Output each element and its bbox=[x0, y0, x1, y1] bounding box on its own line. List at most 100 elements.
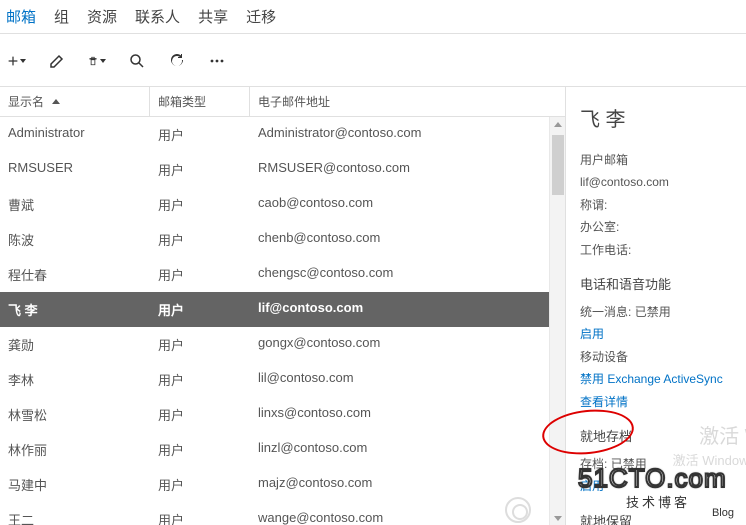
archive-status: 存档: 已禁用 bbox=[580, 454, 740, 474]
cell-email: lil@contoso.com bbox=[250, 362, 565, 397]
archive-enable-link[interactable]: 启用 bbox=[580, 476, 740, 496]
field-office: 办公室: bbox=[580, 217, 740, 237]
cell-email: lif@contoso.com bbox=[250, 292, 565, 327]
sort-ascending-icon bbox=[52, 99, 60, 104]
cell-type: 用户 bbox=[150, 257, 250, 292]
more-button[interactable] bbox=[208, 52, 226, 70]
section-phone-voice: 电话和语音功能 bbox=[580, 274, 740, 296]
nav-item[interactable]: 资源 bbox=[87, 6, 117, 27]
nav-item[interactable]: 共享 bbox=[198, 6, 228, 27]
search-button[interactable] bbox=[128, 52, 146, 70]
detail-pane: 飞 李 用户邮箱 lif@contoso.com 称谓: 办公室: 工作电话: … bbox=[566, 87, 746, 525]
archive-status-label: 存档: bbox=[580, 457, 607, 471]
column-header-label: 显示名 bbox=[8, 93, 44, 110]
column-header-email[interactable]: 电子邮件地址 bbox=[250, 87, 565, 116]
cell-email: chengsc@contoso.com bbox=[250, 257, 565, 292]
cell-type: 用户 bbox=[150, 362, 250, 397]
cell-type: 用户 bbox=[150, 187, 250, 222]
cell-displayname: 李林 bbox=[0, 362, 150, 397]
cell-type: 用户 bbox=[150, 327, 250, 362]
main-split: 显示名 邮箱类型 电子邮件地址 Administrator用户Administr… bbox=[0, 86, 746, 525]
detail-body: 用户邮箱 lif@contoso.com 称谓: 办公室: 工作电话: 电话和语… bbox=[580, 150, 740, 525]
table-row[interactable]: RMSUSER用户RMSUSER@contoso.com bbox=[0, 152, 565, 187]
cell-email: caob@contoso.com bbox=[250, 187, 565, 222]
table-row[interactable]: 陈波用户chenb@contoso.com bbox=[0, 222, 565, 257]
cell-email: linxs@contoso.com bbox=[250, 397, 565, 432]
archive-status-value: 已禁用 bbox=[611, 457, 647, 471]
scroll-up-icon[interactable] bbox=[550, 117, 565, 133]
cell-email: Administrator@contoso.com bbox=[250, 117, 565, 152]
table-row[interactable]: 林雪松用户linxs@contoso.com bbox=[0, 397, 565, 432]
cell-email: gongx@contoso.com bbox=[250, 327, 565, 362]
grid-body: Administrator用户Administrator@contoso.com… bbox=[0, 117, 565, 525]
scroll-down-icon[interactable] bbox=[550, 510, 565, 525]
mailbox-list-pane: 显示名 邮箱类型 电子邮件地址 Administrator用户Administr… bbox=[0, 87, 566, 525]
table-row[interactable]: 王二用户wange@contoso.com bbox=[0, 502, 565, 525]
cell-displayname: 飞 李 bbox=[0, 292, 150, 327]
cell-type: 用户 bbox=[150, 432, 250, 467]
cell-displayname: 程仕春 bbox=[0, 257, 150, 292]
table-row[interactable]: 马建中用户majz@contoso.com bbox=[0, 467, 565, 502]
section-hold: 就地保留 bbox=[580, 511, 740, 525]
cell-type: 用户 bbox=[150, 222, 250, 257]
table-row[interactable]: 龚勋用户gongx@contoso.com bbox=[0, 327, 565, 362]
new-button[interactable] bbox=[8, 52, 26, 70]
view-details-link[interactable]: 查看详情 bbox=[580, 392, 740, 412]
table-row[interactable]: 李林用户lil@contoso.com bbox=[0, 362, 565, 397]
column-header-label: 邮箱类型 bbox=[158, 93, 206, 110]
column-header-label: 电子邮件地址 bbox=[258, 93, 330, 110]
scrollbar-thumb[interactable] bbox=[552, 135, 564, 195]
column-header-type[interactable]: 邮箱类型 bbox=[150, 87, 250, 116]
refresh-button[interactable] bbox=[168, 52, 186, 70]
cell-type: 用户 bbox=[150, 397, 250, 432]
cell-email: linzl@contoso.com bbox=[250, 432, 565, 467]
cell-displayname: 林雪松 bbox=[0, 397, 150, 432]
table-row[interactable]: 飞 李用户lif@contoso.com bbox=[0, 292, 565, 327]
nav-item[interactable]: 邮箱 bbox=[6, 6, 36, 27]
detail-email: lif@contoso.com bbox=[580, 172, 740, 192]
mailbox-type: 用户邮箱 bbox=[580, 150, 740, 170]
edit-button[interactable] bbox=[48, 52, 66, 70]
toolbar bbox=[0, 34, 746, 86]
cell-displayname: 王二 bbox=[0, 502, 150, 525]
um-label: 统一消息: bbox=[580, 305, 631, 319]
table-row[interactable]: Administrator用户Administrator@contoso.com bbox=[0, 117, 565, 152]
cell-displayname: 陈波 bbox=[0, 222, 150, 257]
help-icon[interactable] bbox=[505, 497, 531, 523]
mobile-label: 移动设备 bbox=[580, 347, 740, 367]
nav-item[interactable]: 组 bbox=[54, 6, 69, 27]
top-navigation: 邮箱组资源联系人共享迁移 bbox=[0, 0, 746, 34]
cell-displayname: RMSUSER bbox=[0, 152, 150, 187]
field-workphone: 工作电话: bbox=[580, 240, 740, 260]
table-row[interactable]: 程仕春用户chengsc@contoso.com bbox=[0, 257, 565, 292]
cell-displayname: Administrator bbox=[0, 117, 150, 152]
cell-type: 用户 bbox=[150, 117, 250, 152]
nav-item[interactable]: 迁移 bbox=[246, 6, 276, 27]
eas-disable-link[interactable]: 禁用 Exchange ActiveSync bbox=[580, 369, 740, 389]
table-row[interactable]: 曹斌用户caob@contoso.com bbox=[0, 187, 565, 222]
cell-email: chenb@contoso.com bbox=[250, 222, 565, 257]
cell-displayname: 龚勋 bbox=[0, 327, 150, 362]
scrollbar[interactable] bbox=[549, 117, 565, 525]
chevron-down-icon bbox=[100, 59, 106, 63]
cell-displayname: 马建中 bbox=[0, 467, 150, 502]
cell-displayname: 林作丽 bbox=[0, 432, 150, 467]
column-header-displayname[interactable]: 显示名 bbox=[0, 87, 150, 116]
um-value: 已禁用 bbox=[635, 305, 671, 319]
chevron-down-icon bbox=[20, 59, 26, 63]
cell-type: 用户 bbox=[150, 502, 250, 525]
cell-type: 用户 bbox=[150, 292, 250, 327]
cell-email: RMSUSER@contoso.com bbox=[250, 152, 565, 187]
cell-displayname: 曹斌 bbox=[0, 187, 150, 222]
delete-button[interactable] bbox=[88, 52, 106, 70]
cell-type: 用户 bbox=[150, 152, 250, 187]
um-status: 统一消息: 已禁用 bbox=[580, 302, 740, 322]
field-title: 称谓: bbox=[580, 195, 740, 215]
grid-header: 显示名 邮箱类型 电子邮件地址 bbox=[0, 87, 565, 117]
nav-item[interactable]: 联系人 bbox=[135, 6, 180, 27]
cell-type: 用户 bbox=[150, 467, 250, 502]
table-row[interactable]: 林作丽用户linzl@contoso.com bbox=[0, 432, 565, 467]
um-enable-link[interactable]: 启用 bbox=[580, 324, 740, 344]
section-archive: 就地存档 bbox=[580, 426, 740, 448]
detail-title: 飞 李 bbox=[580, 103, 740, 132]
